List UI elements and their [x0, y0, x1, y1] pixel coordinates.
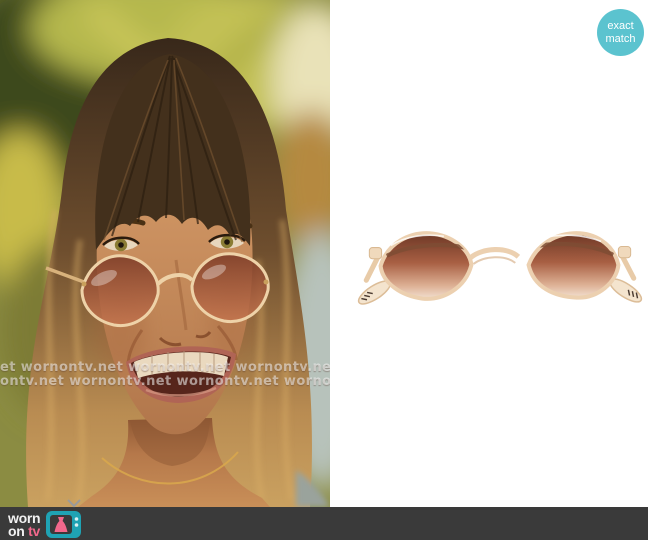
- badge-line1: exact: [607, 19, 634, 32]
- wornontv-logo[interactable]: worn on tv: [8, 510, 83, 540]
- tv-icon: [46, 511, 82, 538]
- exact-match-badge: exact match: [597, 9, 644, 56]
- logo-bar: worn on tv: [0, 499, 648, 540]
- badge-line2: match: [605, 32, 636, 45]
- product-sunglasses-illustration: [357, 231, 643, 305]
- chevron-down-icon[interactable]: [67, 499, 81, 508]
- tv-show-screenshot[interactable]: et wornontv.net wornontv.net wornontv.ne…: [0, 0, 330, 507]
- logo-word-tv: tv: [28, 523, 40, 539]
- product-image[interactable]: [352, 223, 648, 315]
- logo-word-on: on: [8, 523, 25, 539]
- wornontv-match-page: et wornontv.net wornontv.net wornontv.ne…: [0, 0, 648, 540]
- logo-text: worn on tv: [8, 511, 41, 539]
- screenshot-illustration: [0, 0, 330, 507]
